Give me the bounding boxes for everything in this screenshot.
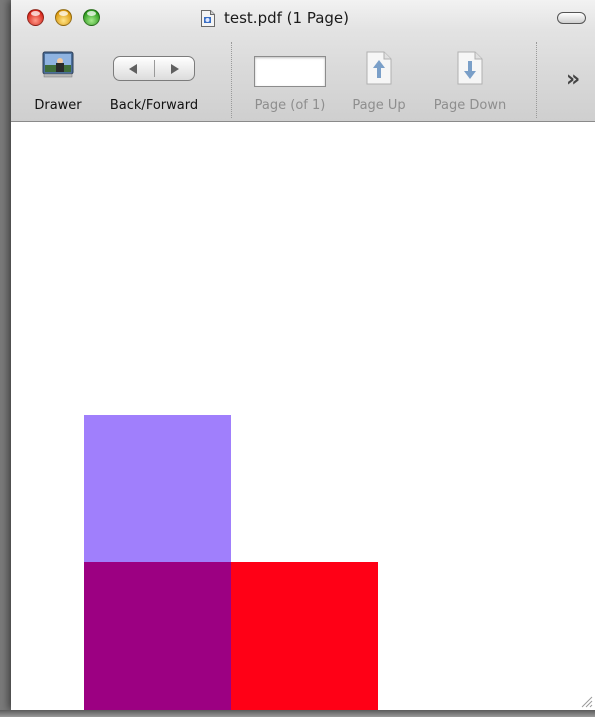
- page-down-icon: [457, 51, 483, 85]
- page-up-icon: [366, 51, 392, 85]
- page-field-label: Page (of 1): [254, 98, 326, 113]
- preview-window: test.pdf (1 Page) Drawer Back/Forward Pa…: [11, 0, 595, 710]
- resize-grip-icon[interactable]: [579, 694, 593, 708]
- title-bar[interactable]: test.pdf (1 Page): [11, 0, 595, 36]
- page-down-label: Page Down: [433, 98, 507, 113]
- toolbar: Drawer Back/Forward Page (of 1) Page Up …: [11, 36, 595, 121]
- back-arrow-icon[interactable]: [129, 64, 137, 74]
- segment-divider: [154, 60, 155, 77]
- red-square: [231, 562, 378, 710]
- back-forward-label: Back/Forward: [109, 98, 199, 113]
- toolbar-separator: [536, 42, 537, 118]
- drawer-icon: [42, 51, 74, 78]
- window-chrome: test.pdf (1 Page) Drawer Back/Forward Pa…: [11, 0, 595, 122]
- toolbar-separator: [231, 42, 232, 118]
- minimize-button[interactable]: [55, 9, 72, 26]
- toolbar-toggle-button[interactable]: [557, 12, 586, 24]
- window-title-group: test.pdf (1 Page): [201, 8, 349, 28]
- pdf-document-icon[interactable]: [201, 9, 215, 27]
- toolbar-overflow-button[interactable]: »: [566, 69, 580, 91]
- window-bottom-shadow: [0, 710, 595, 717]
- back-forward-segmented: [113, 56, 195, 81]
- close-button[interactable]: [27, 9, 44, 26]
- pdf-page-view[interactable]: [11, 122, 595, 710]
- drawer-label: Drawer: [34, 98, 82, 113]
- page-up-label: Page Up: [352, 98, 406, 113]
- forward-arrow-icon[interactable]: [171, 64, 179, 74]
- purple-dark-square: [84, 562, 231, 710]
- window-title: test.pdf (1 Page): [224, 9, 349, 27]
- zoom-button[interactable]: [83, 9, 100, 26]
- purple-light-square: [84, 415, 231, 562]
- page-number-input[interactable]: [254, 56, 326, 87]
